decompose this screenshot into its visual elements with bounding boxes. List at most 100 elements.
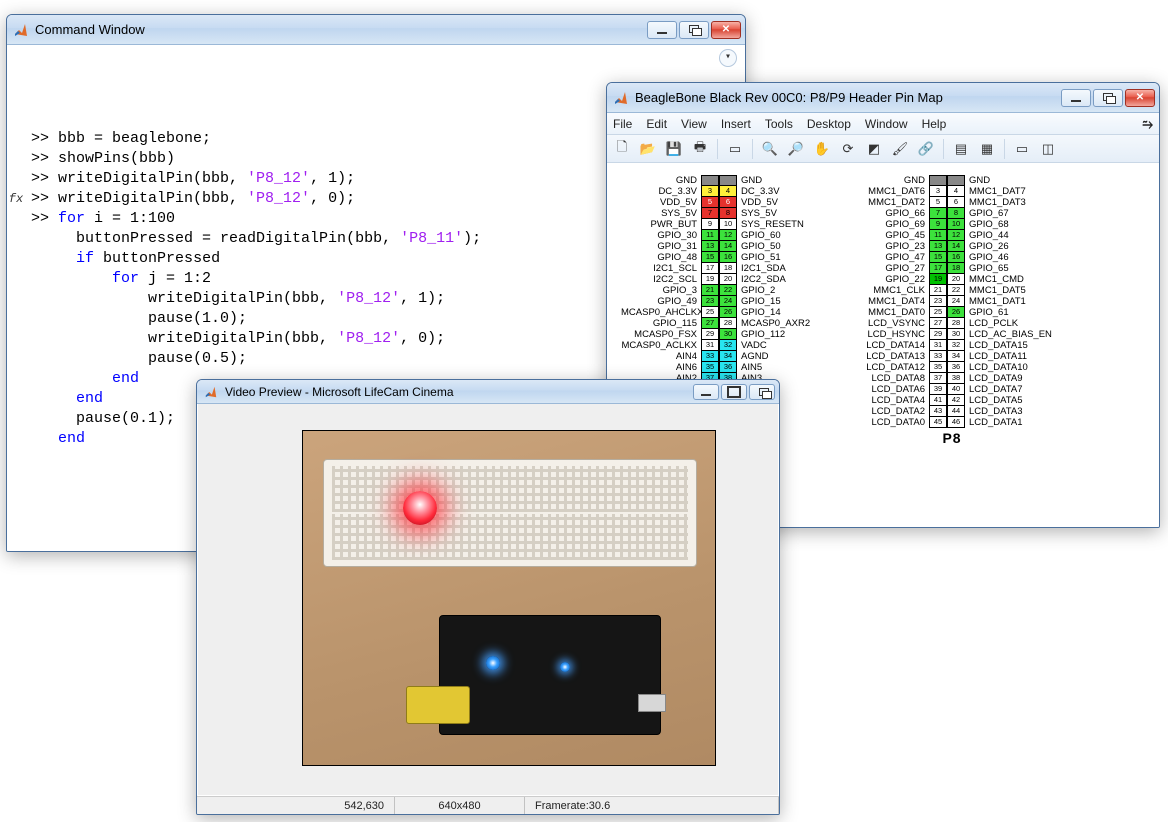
pin-label-right: GND [965,175,1055,186]
menu-view[interactable]: View [681,117,707,131]
open-icon[interactable]: 📂 [637,138,659,160]
minimize-button[interactable] [647,21,677,39]
maximize-button[interactable] [721,384,747,400]
pin-label-right: MMC1_CMD [965,274,1055,285]
pin-label-right: GPIO_61 [965,307,1055,318]
restore-button[interactable] [1093,89,1123,107]
video-body [197,404,779,796]
close-button[interactable] [1125,89,1155,107]
pin-label-left: GPIO_48 [621,252,701,263]
status-size: 640x480 [395,797,525,815]
legend-icon[interactable]: ▦ [976,138,998,160]
menu-desktop[interactable]: Desktop [807,117,851,131]
pin-cell: 22 [719,285,737,296]
pin-cell: 8 [719,208,737,219]
pin-cell: 7 [701,208,719,219]
pin-cell: 13 [701,241,719,252]
pin-label-left: GPIO_27 [849,263,929,274]
menu-insert[interactable]: Insert [721,117,751,131]
pin-label-right: DC_3.3V [737,186,827,197]
pin-cell: 31 [701,340,719,351]
zoom-out-icon[interactable]: 🔎 [785,138,807,160]
pinmap-menubar: File Edit View Insert Tools Desktop Wind… [607,113,1159,135]
pin-cell: 6 [719,197,737,208]
minimize-button[interactable] [1061,89,1091,107]
pinmap-titlebar[interactable]: BeagleBone Black Rev 00C0: P8/P9 Header … [607,83,1159,113]
menu-file[interactable]: File [613,117,632,131]
close-button[interactable] [711,21,741,39]
pin-cell: 17 [701,263,719,274]
link-icon[interactable]: 🔗 [915,138,937,160]
pingrid-p8: GND12GNDMMC1_DAT634MMC1_DAT7MMC1_DAT256M… [849,175,1055,428]
pin-cell: 45 [929,417,947,428]
pin-label-left: GPIO_47 [849,252,929,263]
pin-label-left: MMC1_CLK [849,285,929,296]
brush-icon[interactable]: 🖌 [889,138,911,160]
datatip-icon[interactable]: ◩ [863,138,885,160]
pin-cell: 22 [947,285,965,296]
property-icon[interactable]: ◫ [1037,138,1059,160]
layout-icon[interactable]: ▭ [1011,138,1033,160]
rotate-icon[interactable]: ⟳ [837,138,859,160]
pin-cell: 5 [701,197,719,208]
video-beaglebone-board [439,615,661,735]
pin-label-right: LCD_DATA7 [965,384,1055,395]
pin-label-left: MMC1_DAT6 [849,186,929,197]
zoom-in-icon[interactable]: 🔍 [759,138,781,160]
pin-cell: 14 [719,241,737,252]
pan-icon[interactable]: ✋ [811,138,833,160]
pin-label-right: GPIO_51 [737,252,827,263]
pin-label-left: LCD_DATA12 [849,362,929,373]
pin-cell: 15 [929,252,947,263]
menu-help[interactable]: Help [922,117,947,131]
colorbar-icon[interactable]: ▤ [950,138,972,160]
pin-label-left: MMC1_DAT0 [849,307,929,318]
pin-label-left: GPIO_66 [849,208,929,219]
pin-label-right: SYS_RESETN [737,219,827,230]
matlab-icon [203,384,219,400]
pin-label-right: AGND [737,351,827,362]
video-led [403,491,437,525]
new-figure-icon[interactable]: 🗋 [611,138,633,160]
pin-label-right: LCD_DATA10 [965,362,1055,373]
pin-label-left: GND [621,175,701,186]
pinmap-title: BeagleBone Black Rev 00C0: P8/P9 Header … [635,90,1055,105]
pin-cell: 30 [947,329,965,340]
pointer-icon[interactable]: ▭ [724,138,746,160]
pin-cell: 3 [701,186,719,197]
video-titlebar[interactable]: Video Preview - Microsoft LifeCam Cinema [197,380,779,404]
pin-label-right: GPIO_46 [965,252,1055,263]
pin-cell: 20 [719,274,737,285]
pin-cell: 4 [719,186,737,197]
command-window-titlebar[interactable]: Command Window [7,15,745,45]
pin-label-right: GPIO_60 [737,230,827,241]
save-icon[interactable]: 💾 [663,138,685,160]
pin-label-left: LCD_DATA13 [849,351,929,362]
print-icon[interactable]: 🖶 [689,138,711,160]
pin-label-right: GPIO_67 [965,208,1055,219]
menu-tools[interactable]: Tools [765,117,793,131]
pin-label-right: MMC1_DAT3 [965,197,1055,208]
pin-cell: 32 [947,340,965,351]
menu-window[interactable]: Window [865,117,908,131]
pin-label-left: AIN4 [621,351,701,362]
dock-icon[interactable]: ⥲ [1143,116,1153,132]
close-button[interactable] [749,384,775,400]
actions-dropdown-icon[interactable]: ▾ [719,49,737,67]
pin-cell: 32 [719,340,737,351]
pin-cell: 5 [929,197,947,208]
pin-cell: 18 [719,263,737,274]
menu-edit[interactable]: Edit [646,117,667,131]
pin-cell: 44 [947,406,965,417]
minimize-button[interactable] [693,384,719,400]
pinmap-toolbar: 🗋 📂 💾 🖶 ▭ 🔍 🔎 ✋ ⟳ ◩ 🖌 🔗 ▤ ▦ ▭ ◫ [607,135,1159,163]
header-p8-name: P8 [942,430,961,446]
pin-label-right: GPIO_68 [965,219,1055,230]
pin-cell: 12 [947,230,965,241]
video-power-led-icon [486,656,500,670]
pin-cell: 28 [719,318,737,329]
restore-button[interactable] [679,21,709,39]
pin-cell: 16 [947,252,965,263]
pin-label-right: MMC1_DAT7 [965,186,1055,197]
pin-label-right: GPIO_44 [965,230,1055,241]
